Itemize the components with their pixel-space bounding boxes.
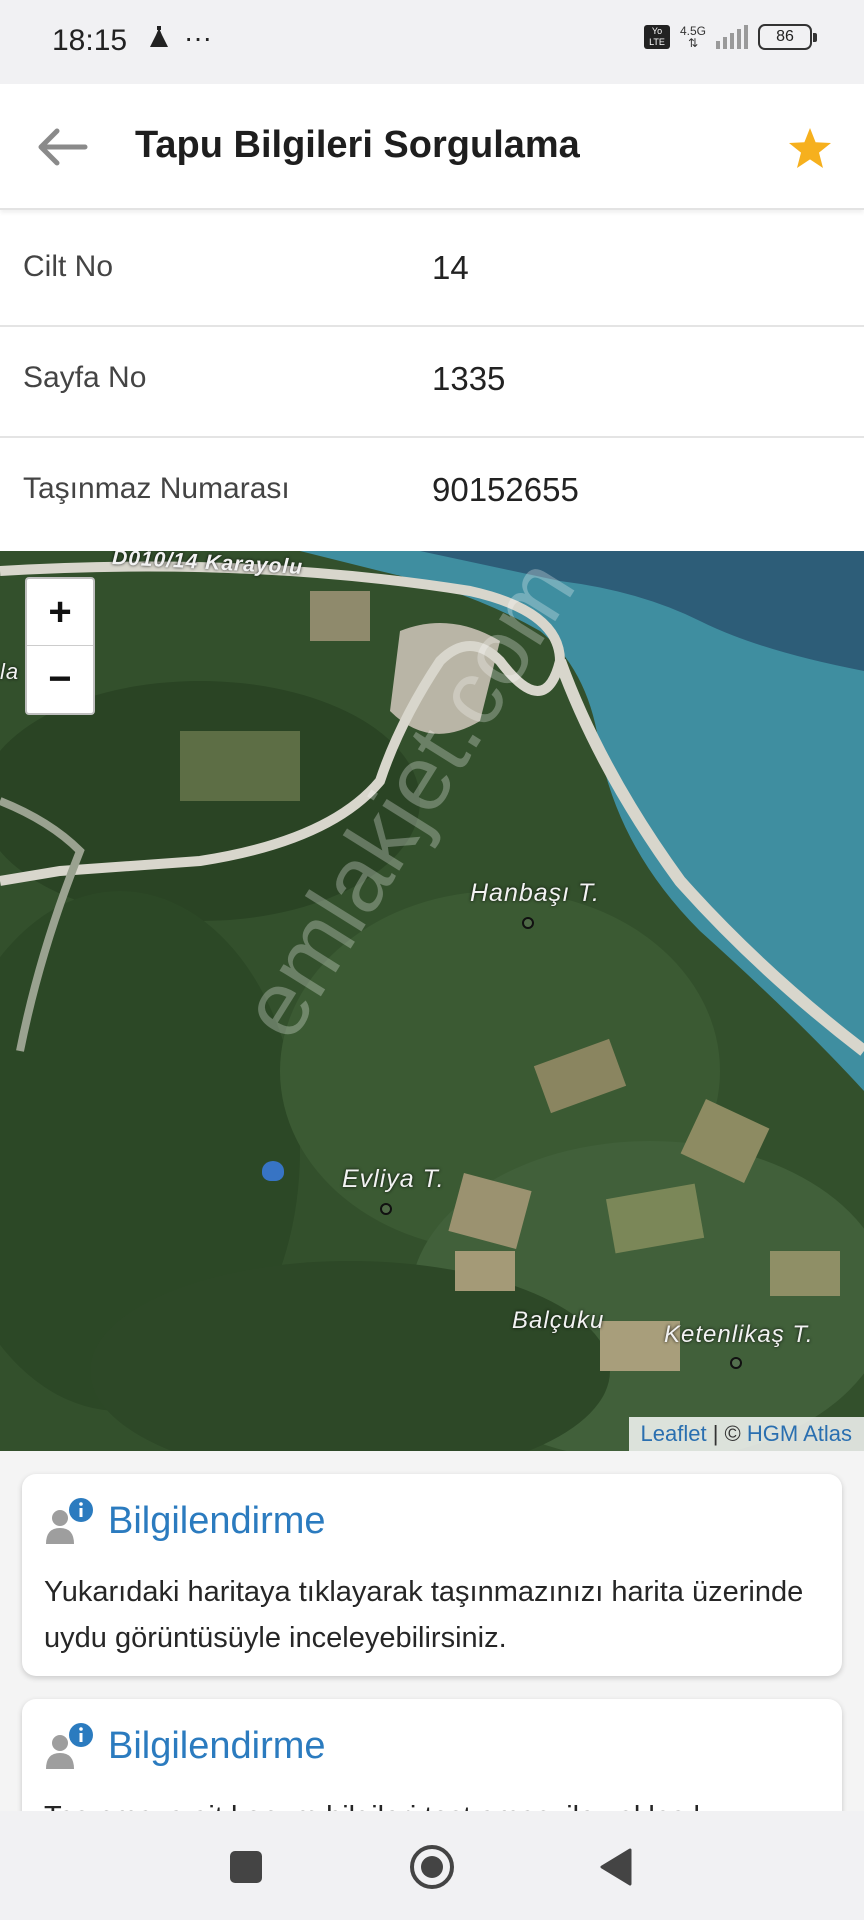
info-row-tasinmaz: Taşınmaz Numarası 90152655	[0, 438, 864, 549]
zoom-control: + −	[25, 577, 95, 715]
info-row-sayfa: Sayfa No 1335	[0, 327, 864, 438]
card-body: Yukarıdaki haritaya tıklayarak taşınmazı…	[44, 1576, 804, 1654]
circle-icon	[410, 1845, 454, 1889]
info-value: 14	[432, 249, 469, 286]
zoom-in-button[interactable]: +	[27, 579, 93, 646]
satellite-map[interactable]: + − D010/14 Karayolu la Hanbaşı T. Evliy…	[0, 551, 864, 1451]
data-arrows-icon: ⇅	[687, 36, 699, 50]
hgm-atlas-link[interactable]: HGM Atlas	[747, 1421, 852, 1446]
triangle-back-icon	[600, 1848, 632, 1886]
more-notifications-icon: ···	[184, 22, 212, 53]
status-bar: 18:15 ··· Yo LTE 4.5G ⇅ 86	[0, 0, 864, 84]
card-header: Bilgilendirme	[44, 1721, 326, 1771]
back-button[interactable]	[30, 114, 96, 180]
info-row-cilt: Cilt No 14	[0, 216, 864, 327]
arrow-left-icon	[38, 128, 88, 166]
map-label-evliya: Evliya T.	[342, 1165, 445, 1193]
system-nav-bar	[0, 1811, 864, 1920]
info-label: Cilt No	[23, 250, 114, 283]
info-value: 1335	[432, 360, 506, 397]
square-icon	[230, 1851, 262, 1883]
attribution-separator: | ©	[706, 1421, 747, 1446]
app-bar: Tapu Bilgileri Sorgulama	[0, 84, 864, 210]
peak-marker	[380, 1203, 392, 1215]
signal-icon	[716, 25, 748, 49]
peak-marker	[730, 1357, 742, 1369]
page-title: Tapu Bilgileri Sorgulama	[135, 124, 580, 166]
info-value: 90152655	[432, 471, 579, 508]
map-label-partial: la	[0, 659, 20, 684]
map-label-hanbasi: Hanbaşı T.	[470, 879, 600, 907]
home-button[interactable]	[404, 1839, 460, 1895]
card-header: Bilgilendirme	[44, 1496, 326, 1546]
map-label-ketenlikas: Ketenlikaş T.	[664, 1321, 814, 1348]
notification-icon	[150, 26, 168, 47]
info-cards-area: Bilgilendirme Yukarıdaki haritaya tıklay…	[0, 1451, 864, 1811]
card-body: Taşınmaza ait konum bilgileri test amacı…	[44, 1794, 824, 1811]
peak-marker	[522, 917, 534, 929]
recents-button[interactable]	[218, 1839, 274, 1895]
battery-icon: 86	[758, 24, 817, 50]
status-right-icons: Yo LTE 4.5G ⇅ 86	[643, 24, 817, 50]
volte-icon: Yo LTE	[643, 25, 670, 49]
star-icon	[789, 128, 831, 168]
favorite-button[interactable]	[782, 120, 838, 176]
info-label: Sayfa No	[23, 361, 147, 394]
parcel-location-marker[interactable]	[262, 1161, 284, 1181]
status-left-icons: ···	[146, 22, 212, 53]
user-info-icon	[46, 1498, 93, 1544]
info-card: Bilgilendirme Taşınmaza ait konum bilgil…	[22, 1699, 842, 1811]
info-label: Taşınmaz Numarası	[23, 472, 290, 505]
network-type: 4.5G ⇅	[680, 25, 706, 49]
zoom-out-button[interactable]: −	[27, 646, 93, 713]
back-nav-button[interactable]	[588, 1839, 644, 1895]
status-time: 18:15	[52, 24, 128, 57]
info-card: Bilgilendirme Yukarıdaki haritaya tıklay…	[22, 1474, 842, 1676]
leaflet-link[interactable]: Leaflet	[641, 1421, 707, 1446]
user-info-icon	[46, 1723, 93, 1769]
deed-info-table: Cilt No 14 Sayfa No 1335 Taşınmaz Numara…	[0, 216, 864, 549]
map-label-balcuku: Balçuku	[512, 1307, 605, 1334]
map-attribution: Leaflet | © HGM Atlas	[628, 1417, 864, 1451]
card-title: Bilgilendirme	[108, 1499, 326, 1542]
card-title: Bilgilendirme	[108, 1724, 326, 1767]
